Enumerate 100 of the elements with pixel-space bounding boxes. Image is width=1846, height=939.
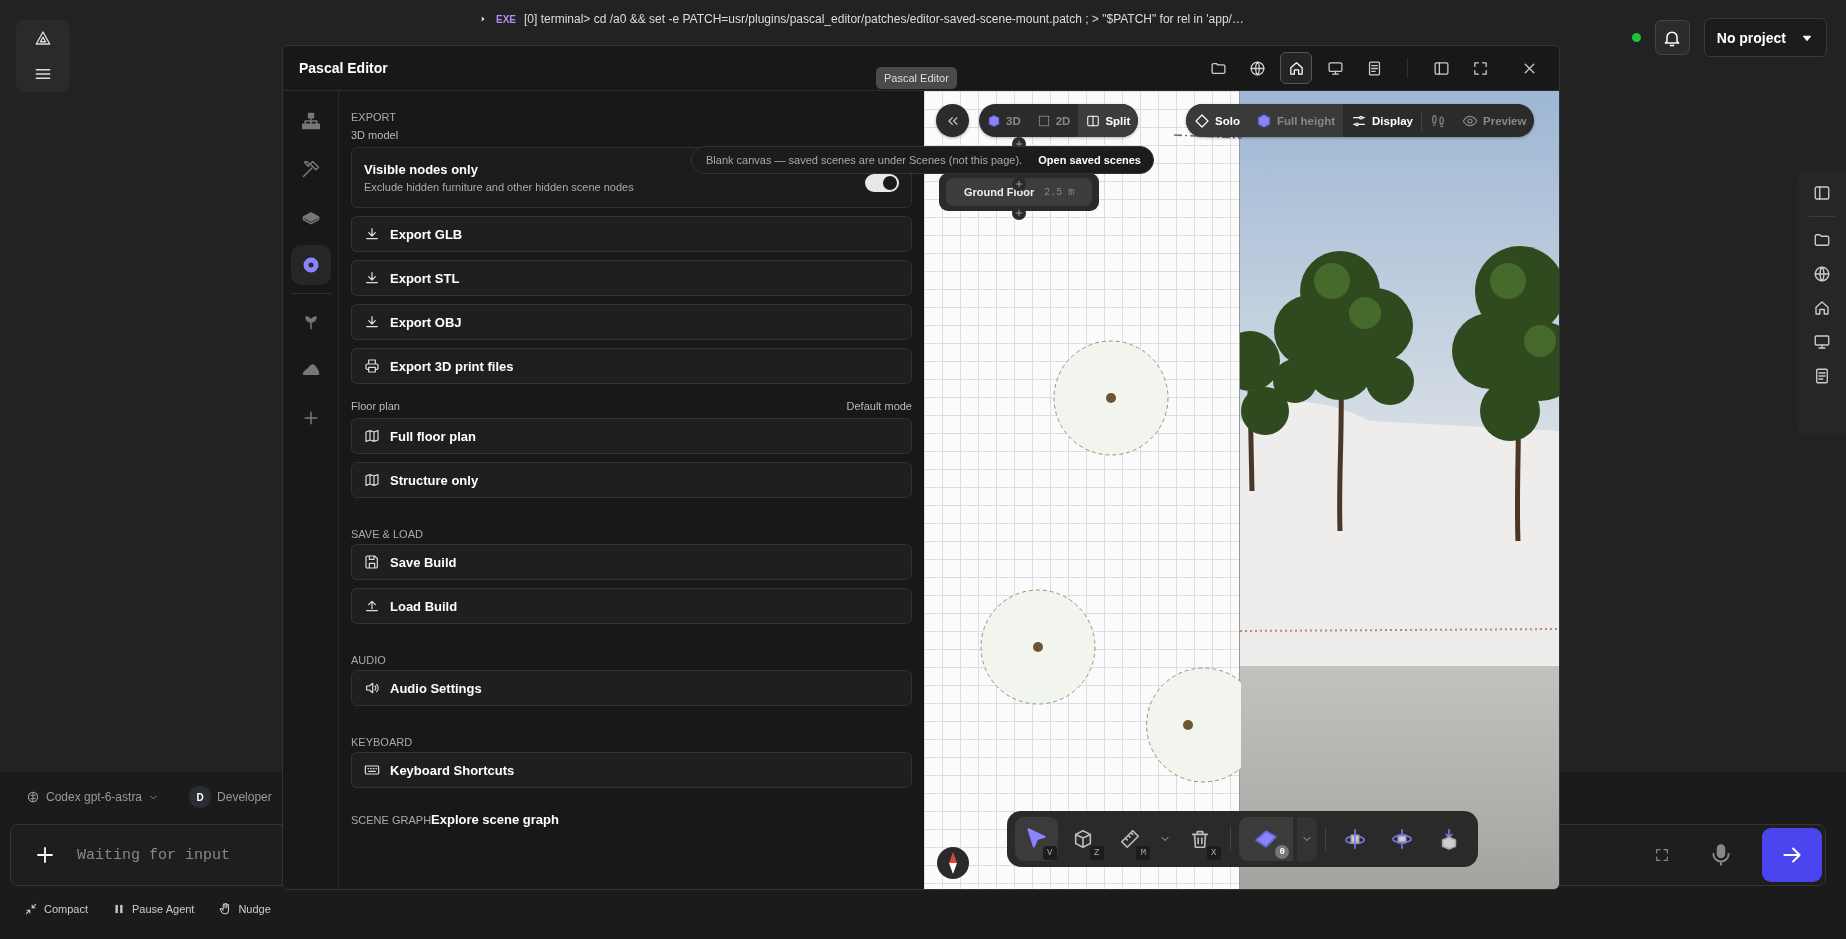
diamond-icon bbox=[1194, 112, 1210, 129]
shortcut-key: Z bbox=[1089, 846, 1104, 860]
display-option[interactable]: Preview bbox=[1454, 104, 1535, 137]
display-option[interactable]: Display bbox=[1343, 104, 1421, 137]
action-button[interactable]: Export GLB bbox=[351, 216, 912, 252]
count-badge: 0 bbox=[1275, 845, 1290, 859]
cube-rotate-icon bbox=[1344, 828, 1366, 850]
split-view-icon bbox=[1086, 113, 1101, 128]
action-button[interactable]: Audio Settings bbox=[351, 670, 912, 706]
footprints-icon bbox=[1430, 112, 1446, 129]
section-heading: SCENE GRAPH bbox=[351, 814, 432, 826]
cube-icon bbox=[1255, 112, 1272, 129]
action-button[interactable]: Export STL bbox=[351, 260, 912, 296]
download-icon bbox=[364, 270, 380, 286]
home-button[interactable] bbox=[1280, 52, 1312, 84]
grid-icon bbox=[1036, 113, 1051, 128]
section-heading: AUDIO bbox=[351, 654, 387, 666]
home-icon[interactable] bbox=[1812, 299, 1831, 317]
display-option[interactable]: Solo bbox=[1186, 104, 1248, 137]
action-button[interactable]: Export OBJ bbox=[351, 304, 912, 340]
option-description: Exclude hidden furniture and other hidden scene nodes bbox=[364, 181, 634, 193]
window-title: Pascal Editor bbox=[299, 60, 388, 76]
save-icon bbox=[364, 554, 380, 570]
ruler-tool[interactable]: M bbox=[1108, 817, 1152, 861]
view-mode-tab[interactable]: Split bbox=[1078, 104, 1139, 137]
home-icon bbox=[1287, 59, 1305, 77]
expand-button[interactable] bbox=[1654, 847, 1670, 863]
notice-text: Blank canvas — saved scenes are under Scenes (not this page). bbox=[706, 154, 1023, 166]
action-button[interactable]: Structure only bbox=[351, 462, 912, 498]
shortcut-key: V bbox=[1042, 846, 1057, 860]
action-button[interactable]: Load Build bbox=[351, 588, 912, 624]
cube-orbit-icon bbox=[1390, 828, 1413, 850]
explore-link[interactable]: Explore scene graph bbox=[431, 812, 559, 827]
action-button[interactable]: Full floor plan bbox=[351, 418, 912, 454]
compact-icon bbox=[24, 902, 38, 916]
sidebar-icon[interactable] bbox=[1812, 184, 1831, 202]
download-icon bbox=[364, 226, 380, 242]
map-icon bbox=[364, 428, 380, 444]
send-button[interactable] bbox=[1762, 828, 1822, 882]
subsection-label: 3D model bbox=[351, 129, 399, 141]
wireframe-cube-tool[interactable]: Z bbox=[1061, 817, 1105, 861]
tools-icon bbox=[300, 159, 321, 179]
message-input[interactable]: Waiting for input bbox=[75, 839, 259, 871]
floor-sheet-tool[interactable]: 0 bbox=[1238, 817, 1294, 861]
pointer-tool[interactable]: V bbox=[1015, 817, 1058, 861]
sidebar-icon bbox=[1432, 59, 1450, 77]
section-heading: EXPORT bbox=[351, 111, 398, 123]
globe-icon bbox=[1248, 59, 1266, 77]
shortcut-key: X bbox=[1206, 846, 1221, 860]
upload-icon bbox=[364, 598, 380, 614]
brain-icon bbox=[26, 790, 40, 804]
pause-button[interactable]: Pause Agent bbox=[112, 902, 195, 916]
plus-icon bbox=[1014, 139, 1024, 149]
speaker-icon bbox=[364, 680, 380, 696]
globe-icon[interactable] bbox=[1812, 265, 1831, 283]
fullscreen-icon bbox=[1471, 59, 1489, 77]
log-tag: EXE bbox=[496, 13, 516, 25]
status-dot bbox=[1631, 33, 1641, 42]
subsection-label: Floor plan bbox=[351, 400, 400, 412]
open-saved-scenes-link[interactable]: Open saved scenes bbox=[1032, 150, 1147, 170]
hierarchy-icon bbox=[300, 111, 321, 131]
action-button[interactable]: Save Build bbox=[351, 544, 912, 580]
tooltip: Pascal Editor bbox=[876, 67, 957, 89]
fullscreen-icon bbox=[1654, 847, 1670, 863]
compass-icon[interactable] bbox=[937, 847, 969, 879]
keyboard-icon bbox=[364, 762, 380, 778]
level-item[interactable]: Ground Floor 2.5 m bbox=[946, 178, 1092, 206]
plus-icon bbox=[1014, 208, 1024, 218]
ruler-icon bbox=[1119, 828, 1142, 850]
tree-marker[interactable] bbox=[1053, 340, 1169, 456]
shortcut-key: M bbox=[1136, 846, 1151, 860]
project-dropdown[interactable]: No project bbox=[1703, 18, 1827, 57]
folder-icon[interactable] bbox=[1812, 231, 1831, 249]
model-selector[interactable]: Codex gpt-6-astra bbox=[26, 790, 160, 804]
log-line: [0] terminal> cd /a0 && set -e PATCH=usr/plugins/pascal_editor/patches/editor-saved-scene-mount.patch ; > "$PATCH" for rel in 'app/… bbox=[524, 12, 1244, 26]
monitor-icon bbox=[1326, 59, 1344, 77]
tree-marker[interactable] bbox=[980, 589, 1096, 705]
plus-icon bbox=[1014, 179, 1024, 189]
monitor-icon[interactable] bbox=[1812, 333, 1831, 351]
agent-name: Developer bbox=[217, 790, 272, 804]
download-icon bbox=[364, 314, 380, 330]
printer-icon bbox=[364, 358, 380, 374]
trash-tool[interactable]: X bbox=[1178, 817, 1222, 861]
cube-icon bbox=[987, 113, 1001, 128]
agent-avatar: D bbox=[189, 786, 212, 808]
view-mode-tab[interactable]: 3D bbox=[979, 104, 1029, 137]
compact-button[interactable]: Compact bbox=[24, 902, 89, 916]
view-mode-tab[interactable]: 2D bbox=[1028, 104, 1079, 137]
mode-label: Default mode bbox=[846, 400, 912, 412]
nudge-button[interactable]: Nudge bbox=[218, 902, 271, 916]
tree-marker[interactable] bbox=[1146, 667, 1242, 783]
section-heading: SAVE & LOAD bbox=[351, 528, 424, 540]
section-heading: KEYBOARD bbox=[351, 736, 414, 748]
action-button[interactable]: Keyboard Shortcuts bbox=[351, 752, 912, 788]
map-icon bbox=[364, 472, 380, 488]
option-title: Visible nodes only bbox=[364, 162, 479, 177]
dashed-line bbox=[1173, 134, 1242, 139]
action-button[interactable]: Export 3D print files bbox=[351, 348, 912, 384]
notifications-button[interactable] bbox=[1654, 20, 1690, 55]
settings-tab[interactable] bbox=[290, 245, 331, 285]
